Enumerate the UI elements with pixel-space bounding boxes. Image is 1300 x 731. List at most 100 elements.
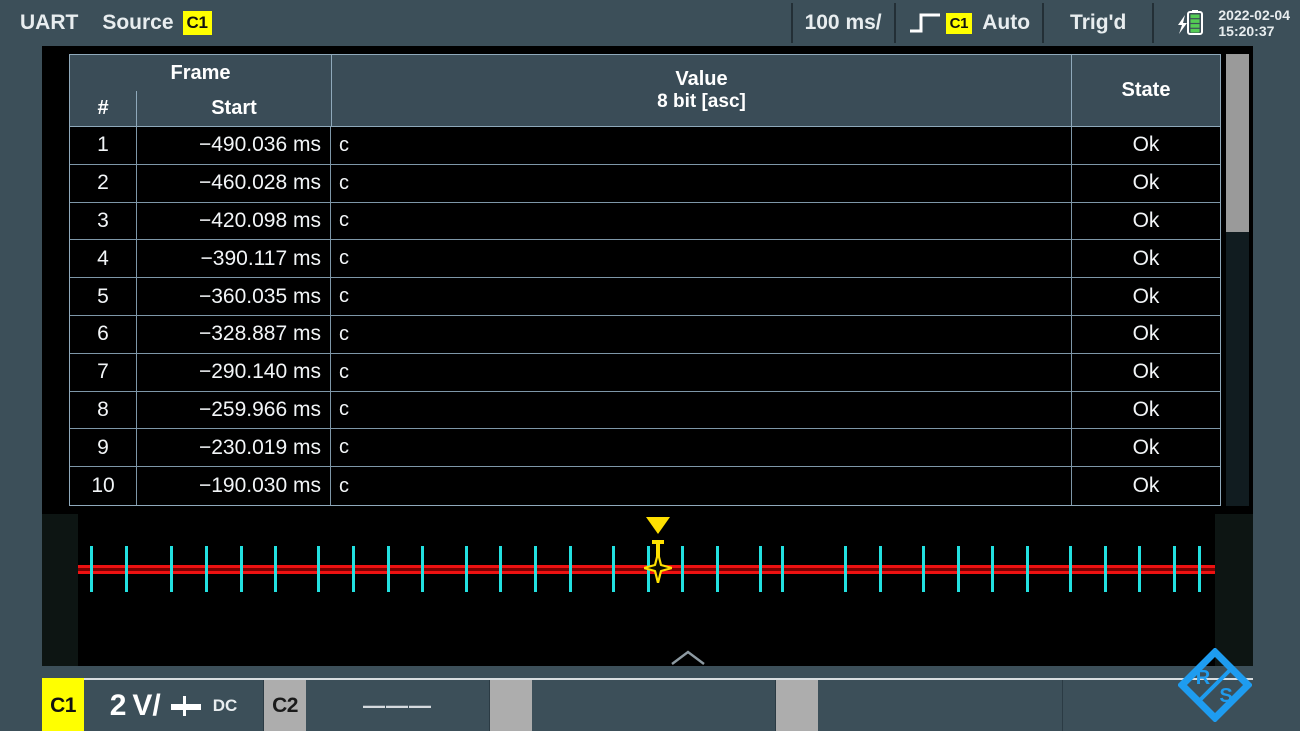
decode-tick <box>317 546 320 592</box>
column-header-state[interactable]: State <box>1072 55 1220 126</box>
table-row[interactable]: 4−390.117 mscOk <box>70 240 1220 278</box>
channel-badge-slot4[interactable] <box>776 680 818 731</box>
table-row[interactable]: 7−290.140 mscOk <box>70 354 1220 392</box>
timebase-field[interactable]: 100 ms/ <box>793 0 894 46</box>
date-time-display: 2022-02-04 15:20:37 <box>1210 0 1300 46</box>
row-frame-number: 8 <box>70 392 137 429</box>
topbar-spacer <box>224 0 791 46</box>
table-row[interactable]: 8−259.966 mscOk <box>70 392 1220 430</box>
row-start-time: −190.030 ms <box>137 467 331 505</box>
row-value: c <box>331 392 1072 429</box>
row-value: c <box>331 240 1072 277</box>
row-state: Ok <box>1072 316 1220 353</box>
decode-tick <box>1198 546 1201 592</box>
table-scrollbar-track[interactable] <box>1226 54 1249 506</box>
table-row[interactable]: 1−490.036 mscOk <box>70 127 1220 165</box>
battery-charging-icon <box>1176 9 1206 37</box>
frame-column-group: Frame # Start <box>70 55 332 126</box>
channel-badge-c2[interactable]: C2 <box>264 680 306 731</box>
row-frame-number: 5 <box>70 278 137 315</box>
table-row[interactable]: 5−360.035 mscOk <box>70 278 1220 316</box>
decode-tick <box>1138 546 1141 592</box>
protocol-name: UART <box>20 11 78 35</box>
row-state: Ok <box>1072 429 1220 466</box>
value-header-line1: Value <box>675 68 727 91</box>
row-state: Ok <box>1072 392 1220 429</box>
row-value: c <box>331 203 1072 240</box>
value-header-line2: 8 bit [asc] <box>657 91 746 113</box>
trigger-status: Trig'd <box>1044 0 1152 46</box>
decode-tick <box>1104 546 1107 592</box>
column-header-start[interactable]: Start <box>137 91 331 126</box>
row-value: c <box>331 127 1072 164</box>
row-start-time: −290.140 ms <box>137 354 331 391</box>
rising-edge-icon <box>908 11 942 35</box>
trigger-settings[interactable]: C1 Auto <box>896 0 1042 46</box>
table-row[interactable]: 6−328.887 mscOk <box>70 316 1220 354</box>
decode-results-table[interactable]: Frame # Start Value 8 bit [asc] State 1−… <box>69 54 1221 506</box>
oscilloscope-screen: UART Source C1 100 ms/ C1 Auto Trig'd <box>0 0 1300 731</box>
table-header: Frame # Start Value 8 bit [asc] State <box>70 55 1220 127</box>
diagram-collapse-caret-icon[interactable] <box>670 650 706 666</box>
decode-tick <box>612 546 615 592</box>
channel2-settings[interactable]: ——— <box>306 680 490 731</box>
decode-tick <box>922 546 925 592</box>
row-start-time: −259.966 ms <box>137 392 331 429</box>
source-channel-badge: C1 <box>183 11 212 35</box>
decode-tick <box>781 546 784 592</box>
row-state: Ok <box>1072 240 1220 277</box>
row-state: Ok <box>1072 165 1220 202</box>
row-value: c <box>331 165 1072 202</box>
protocol-label[interactable]: UART <box>0 0 90 46</box>
trigger-status-label: Trig'd <box>1070 11 1126 35</box>
decode-tick <box>240 546 243 592</box>
table-row[interactable]: 3−420.098 mscOk <box>70 203 1220 241</box>
trigger-level-marker[interactable] <box>644 553 672 583</box>
row-start-time: −230.019 ms <box>137 429 331 466</box>
probe-icon <box>167 693 207 719</box>
row-start-time: −328.887 ms <box>137 316 331 353</box>
decode-tick <box>844 546 847 592</box>
top-status-bar: UART Source C1 100 ms/ C1 Auto Trig'd <box>0 0 1300 46</box>
row-value: c <box>331 354 1072 391</box>
row-state: Ok <box>1072 203 1220 240</box>
waveform-diagram[interactable] <box>42 514 1253 666</box>
row-value: c <box>331 429 1072 466</box>
table-row[interactable]: 9−230.019 mscOk <box>70 429 1220 467</box>
channel-badge-slot3[interactable] <box>490 680 532 731</box>
decode-tick <box>1026 546 1029 592</box>
decode-tick <box>90 546 93 592</box>
row-frame-number: 7 <box>70 354 137 391</box>
row-frame-number: 4 <box>70 240 137 277</box>
table-body: 1−490.036 mscOk2−460.028 mscOk3−420.098 … <box>70 127 1220 505</box>
channel1-vdiv-unit: V/ <box>132 689 160 723</box>
column-header-value[interactable]: Value 8 bit [asc] <box>332 55 1072 126</box>
row-start-time: −360.035 ms <box>137 278 331 315</box>
channel1-coupling: DC <box>213 696 238 716</box>
rohde-schwarz-logo: R S <box>1178 648 1252 722</box>
decode-tick <box>957 546 960 592</box>
table-scrollbar-thumb[interactable] <box>1226 54 1249 232</box>
decode-tick <box>205 546 208 592</box>
row-value: c <box>331 278 1072 315</box>
decode-tick <box>499 546 502 592</box>
battery-indicator[interactable] <box>1154 0 1210 46</box>
decode-tick <box>1173 546 1176 592</box>
channel-badge-c1[interactable]: C1 <box>42 678 84 731</box>
source-indicator[interactable]: Source C1 <box>90 0 223 46</box>
timebase-value: 100 ms/ <box>805 11 882 35</box>
decode-tick <box>170 546 173 592</box>
frame-group-label: Frame <box>70 55 331 91</box>
channel1-settings[interactable]: 2 V/ DC <box>84 680 264 731</box>
column-header-number[interactable]: # <box>70 91 137 126</box>
table-row[interactable]: 2−460.028 mscOk <box>70 165 1220 203</box>
row-start-time: −460.028 ms <box>137 165 331 202</box>
channel2-value: ——— <box>363 693 432 719</box>
channel4-settings[interactable] <box>818 680 1063 731</box>
channel3-settings[interactable] <box>532 680 776 731</box>
channel1-vdiv-value: 2 <box>110 689 127 723</box>
decode-tick <box>465 546 468 592</box>
row-frame-number: 9 <box>70 429 137 466</box>
trigger-source-badge: C1 <box>946 13 973 34</box>
table-row[interactable]: 10−190.030 mscOk <box>70 467 1220 505</box>
